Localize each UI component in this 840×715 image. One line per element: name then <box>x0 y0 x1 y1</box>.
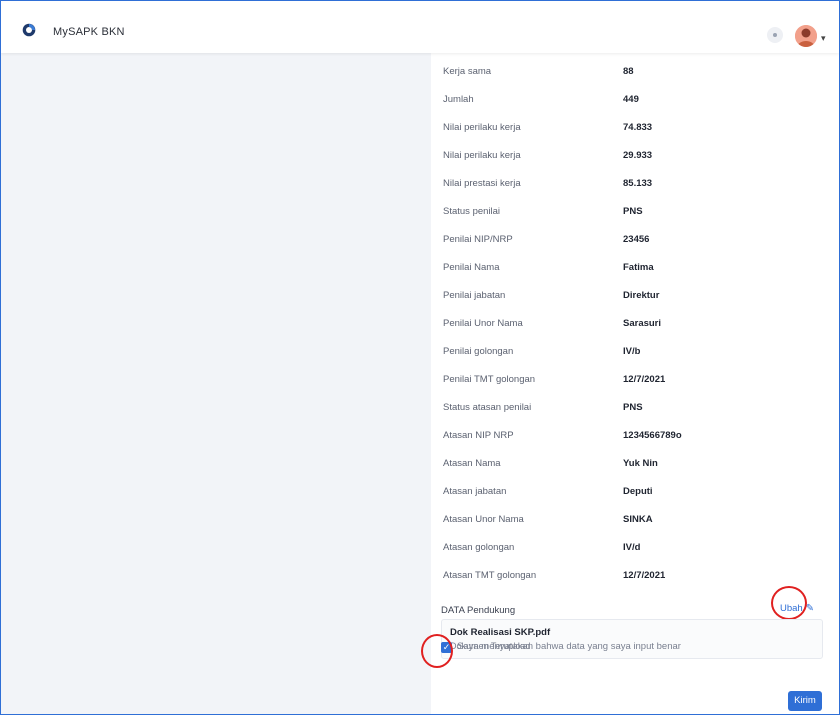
detail-label: Penilai TMT golongan <box>443 374 536 385</box>
detail-value: IV/d <box>623 542 641 553</box>
detail-label: Jumlah <box>443 94 474 105</box>
detail-row: Atasan Unor Nama SINKA <box>431 505 839 533</box>
detail-label: Atasan golongan <box>443 542 515 553</box>
detail-label: Nilai perilaku kerja <box>443 150 521 161</box>
detail-row: Jumlah 449 <box>431 85 839 113</box>
detail-value: SINKA <box>623 514 653 525</box>
detail-value: Sarasuri <box>623 318 662 329</box>
detail-value: 29.933 <box>623 150 653 161</box>
annotation-circle <box>421 634 453 668</box>
chevron-down-icon[interactable]: ▾ <box>821 33 826 44</box>
detail-row: Atasan golongan IV/d <box>431 533 839 561</box>
detail-row: Nilai prestasi kerja 85.133 <box>431 169 839 197</box>
detail-panel: Kerja sama 88 Jumlah 449 Nilai perilaku … <box>421 53 839 714</box>
detail-row: Penilai jabatan Direktur <box>431 281 839 309</box>
detail-value: 1234566789o <box>623 430 682 441</box>
detail-label: Penilai jabatan <box>443 290 506 301</box>
detail-row: Atasan Nama Yuk Nin <box>431 449 839 477</box>
detail-row: Penilai Unor Nama Sarasuri <box>431 309 839 337</box>
detail-row: Nilai perilaku kerja 74.833 <box>431 113 839 141</box>
detail-value: 23456 <box>623 234 650 245</box>
submit-button[interactable]: Kirim <box>788 691 822 711</box>
detail-value: PNS <box>623 402 643 413</box>
detail-row: Kerja sama 88 <box>431 57 839 85</box>
avatar[interactable] <box>795 25 817 47</box>
detail-label: Atasan Nama <box>443 458 501 469</box>
document-name: Dok Realisasi SKP.pdf <box>450 627 551 638</box>
sidebar <box>1 53 217 714</box>
detail-row: Atasan jabatan Deputi <box>431 477 839 505</box>
detail-value: 88 <box>623 66 634 77</box>
detail-label: Penilai Nama <box>443 262 500 273</box>
detail-value: 74.833 <box>623 122 653 133</box>
app-window: MySAPK BKN ▾ Kerja sama 88 Jumlah 449 Ni… <box>0 0 840 715</box>
detail-label: Nilai perilaku kerja <box>443 122 521 133</box>
detail-row: Status penilai PNS <box>431 197 839 225</box>
detail-value: 85.133 <box>623 178 653 189</box>
detail-label: Atasan jabatan <box>443 486 507 497</box>
detail-row: Penilai TMT golongan 12/7/2021 <box>431 365 839 393</box>
top-navbar: MySAPK BKN ▾ <box>1 1 839 53</box>
detail-value: Direktur <box>623 290 660 301</box>
section-title-supporting-data: DATA Pendukung <box>441 605 516 616</box>
detail-row: Penilai Nama Fatima <box>431 253 839 281</box>
detail-row: Nilai perilaku kerja 29.933 <box>431 141 839 169</box>
detail-value: 449 <box>623 94 639 105</box>
detail-value: Deputi <box>623 486 653 497</box>
detail-label: Status atasan penilai <box>443 402 532 413</box>
detail-label: Penilai NIP/NRP <box>443 234 513 245</box>
detail-row: Status atasan penilai PNS <box>431 393 839 421</box>
detail-label: Atasan Unor Nama <box>443 514 524 525</box>
detail-value: 12/7/2021 <box>623 570 666 581</box>
app-title: MySAPK BKN <box>53 26 125 38</box>
detail-value: Fatima <box>623 262 654 273</box>
detail-label: Nilai prestasi kerja <box>443 178 521 189</box>
bell-icon <box>773 33 777 37</box>
detail-label: Atasan TMT golongan <box>443 570 537 581</box>
pencil-icon[interactable]: ✎ <box>806 603 814 614</box>
app-logo-icon[interactable] <box>22 23 36 37</box>
detail-label: Penilai Unor Nama <box>443 318 523 329</box>
detail-label: Status penilai <box>443 206 501 217</box>
declaration-label[interactable]: Saya menyatakan bahwa data yang saya inp… <box>457 641 681 652</box>
content-gutter <box>217 53 431 714</box>
detail-value: PNS <box>623 206 643 217</box>
document-card[interactable]: Dok Realisasi SKP.pdf Dokumen Terupload <box>441 619 823 659</box>
detail-label: Penilai golongan <box>443 346 514 357</box>
detail-label: Kerja sama <box>443 66 492 77</box>
detail-value: Yuk Nin <box>623 458 658 469</box>
detail-row: Penilai golongan IV/b <box>431 337 839 365</box>
notification-button[interactable] <box>767 27 783 43</box>
detail-row: Atasan TMT golongan 12/7/2021 <box>431 561 839 589</box>
detail-row: Atasan NIP NRP 1234566789o <box>431 421 839 449</box>
detail-row: Penilai NIP/NRP 23456 <box>431 225 839 253</box>
annotation-circle <box>771 586 807 620</box>
detail-value: 12/7/2021 <box>623 374 666 385</box>
detail-value: IV/b <box>623 346 641 357</box>
detail-label: Atasan NIP NRP <box>443 430 514 441</box>
